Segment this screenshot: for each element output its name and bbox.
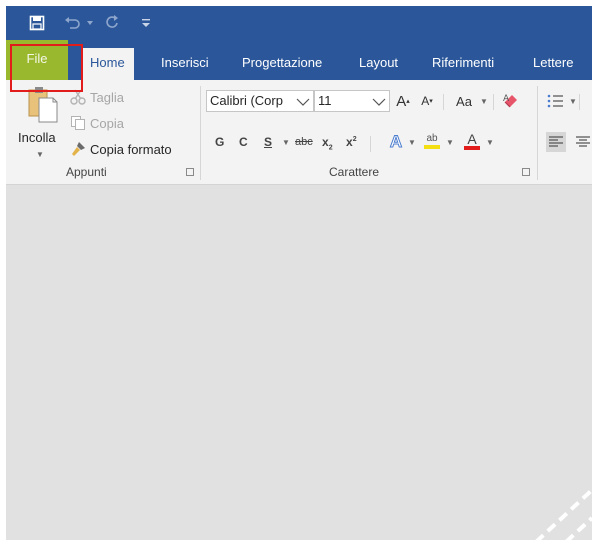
chevron-down-icon[interactable] [371,91,387,117]
font-color-icon[interactable]: A [462,130,482,152]
copy-label: Copia [90,116,124,131]
bullets-dropdown-icon[interactable]: ▼ [569,97,577,106]
text-effects-dropdown-icon[interactable]: ▼ [408,138,416,147]
font-color-dropdown-icon[interactable]: ▼ [486,138,494,147]
undo-dropdown-icon[interactable] [86,6,94,40]
chevron-down-icon[interactable] [295,91,311,117]
divider [370,136,371,152]
font-name-value: Calibri (Corp [210,93,283,108]
paste-label[interactable]: Incolla [18,130,56,145]
title-bar [6,6,592,40]
align-left-icon[interactable] [546,132,566,152]
divider [443,94,444,110]
grow-font-icon[interactable]: A ▴ [394,90,412,112]
cut-icon [68,88,88,106]
save-icon[interactable] [26,6,48,40]
strikethrough-button[interactable]: abc [295,136,313,148]
tab-references[interactable]: Riferimenti [432,48,494,80]
font-size-combo[interactable]: 11 [314,90,390,112]
word-window: File Home Inserisci Progettazione Layout… [6,6,592,540]
change-case-button[interactable]: Aa [450,90,478,112]
bullets-icon[interactable] [546,90,566,112]
cut-label: Taglia [90,90,124,105]
group-divider [200,86,201,180]
tab-insert[interactable]: Inserisci [161,48,209,80]
underline-button[interactable]: S [264,135,272,149]
decorative-diagonal-lines [535,488,592,540]
font-size-value: 11 [318,93,332,108]
align-center-icon[interactable] [574,132,592,152]
highlight-color-icon[interactable]: ab [422,130,442,152]
text-effects-icon[interactable]: A [386,132,406,152]
superscript-button[interactable]: x2 [346,135,357,149]
ribbon-tabs: File Home Inserisci Progettazione Layout… [6,40,592,80]
italic-button[interactable]: C [239,135,248,149]
font-group-label: Carattere [329,165,380,179]
clipboard-group-label: Appunti [66,165,107,179]
format-painter-icon[interactable] [68,140,88,158]
copy-icon [68,114,88,132]
undo-icon[interactable] [62,6,84,40]
tab-home[interactable]: Home [81,48,134,80]
divider [579,94,580,110]
redo-icon[interactable] [102,6,124,40]
paste-icon[interactable] [22,84,62,124]
tab-file[interactable]: File [6,40,68,80]
subscript-button[interactable]: x2 [322,135,333,151]
change-case-dropdown-icon[interactable]: ▼ [480,97,488,106]
tab-layout[interactable]: Layout [359,48,398,80]
font-name-combo[interactable]: Calibri (Corp [206,90,314,112]
tab-design[interactable]: Progettazione [242,48,322,80]
group-divider [537,86,538,180]
clear-formatting-icon[interactable]: A [500,90,522,112]
customize-toolbar-icon[interactable] [138,6,154,40]
clipboard-dialog-launcher-icon[interactable] [186,168,194,176]
divider [493,94,494,110]
highlight-dropdown-icon[interactable]: ▼ [446,138,454,147]
font-dialog-launcher-icon[interactable] [522,168,530,176]
shrink-font-icon[interactable]: A ▾ [418,90,436,112]
underline-dropdown-icon[interactable]: ▼ [282,138,290,147]
svg-text:A: A [503,94,510,104]
paste-dropdown-icon[interactable]: ▼ [36,150,44,159]
bold-button[interactable]: G [215,135,224,149]
format-painter-label[interactable]: Copia formato [90,142,172,157]
ribbon: Incolla ▼ Taglia Copia Copia formato App… [6,80,592,185]
document-area [6,185,592,540]
tab-mailings[interactable]: Lettere [533,48,573,80]
